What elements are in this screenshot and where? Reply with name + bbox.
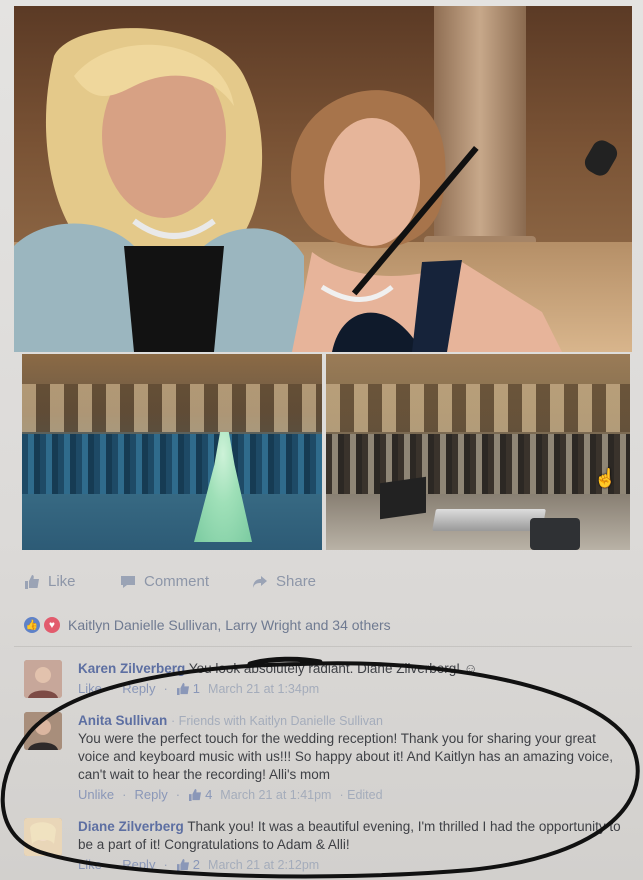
post-photo-hall-keyboard[interactable]: ☝ [326,354,630,550]
like-thumb-icon [176,859,189,871]
post-action-bar: Like Comment Share [24,573,624,597]
comment-bubble-icon [121,575,135,588]
avatar[interactable] [24,818,62,856]
comment-timestamp[interactable]: March 21 at 1:34pm [208,680,319,698]
woman-left-figure [14,28,304,352]
keyboard-instrument [432,509,546,531]
avatar[interactable] [24,712,62,750]
comment-author[interactable]: Diane Zilverberg [78,819,184,834]
comment-like-link[interactable]: Like [78,680,102,698]
comment-unlike-link[interactable]: Unlike [78,786,114,804]
comment-reply-link[interactable]: Reply [122,856,155,874]
speaker [530,518,580,550]
divider [14,646,632,647]
comment-like-count[interactable]: 2 [176,856,200,874]
edited-label: · Edited [339,788,383,802]
comment-reply-link[interactable]: Reply [122,680,155,698]
comment-like-count[interactable]: 1 [176,680,200,698]
music-stand [380,476,426,520]
smiley-icon: ☺ [463,661,478,676]
like-thumb-icon [25,574,39,589]
comment-button[interactable]: Comment [120,573,209,590]
comment-author[interactable]: Karen Zilverberg [78,661,185,676]
comment-author-meta: · Friends with Kaitlyn Danielle Sullivan [171,714,383,728]
microphone [581,136,621,180]
like-reaction-icon: 👍 [24,617,40,633]
like-thumb-icon [189,789,202,801]
comment-timestamp[interactable]: March 21 at 2:12pm [208,856,319,874]
share-button[interactable]: Share [252,573,316,590]
post-photo-hall-blue[interactable] [22,354,322,550]
avatar[interactable] [24,660,62,698]
facebook-post: ☝ Like Comment Share 👍 ♥ Kaitlyn Daniell… [0,0,643,880]
comment-reply-link[interactable]: Reply [134,786,167,804]
comment-timestamp[interactable]: March 21 at 1:41pm [220,786,331,804]
comment-text: You were the perfect touch for the weddi… [78,731,614,782]
reactions-text: Kaitlyn Danielle Sullivan, Larry Wright … [68,617,391,633]
love-reaction-icon: ♥ [44,617,60,633]
share-arrow-icon [253,575,267,588]
comment-like-count[interactable]: 4 [188,786,212,804]
comment-like-link[interactable]: Like [78,856,102,874]
comment-text: You look absolutely radiant. Diane Zilve… [188,661,460,676]
reactions-summary[interactable]: 👍 ♥ Kaitlyn Danielle Sullivan, Larry Wri… [24,617,391,633]
like-thumb-icon [176,683,189,695]
like-button[interactable]: Like [24,573,76,590]
cursor-hand-icon: ☝ [594,468,617,488]
comment-author[interactable]: Anita Sullivan [78,713,167,728]
post-photo-main[interactable] [14,6,632,352]
